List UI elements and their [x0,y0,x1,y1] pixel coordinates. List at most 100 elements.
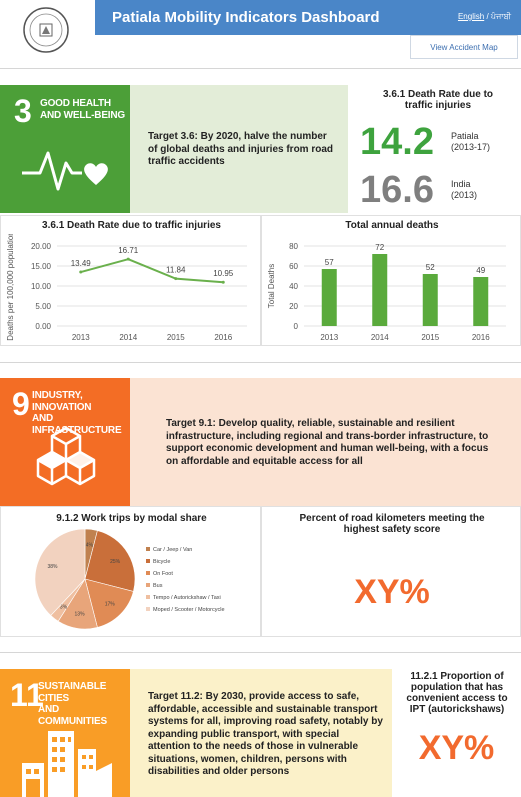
india-period: (2013) [451,189,478,200]
x-tick-label: 2015 [421,333,439,342]
divider [0,68,521,69]
y-tick-label: 0 [294,322,299,331]
road-safety-panel: Percent of road kilometers meeting the h… [261,506,521,637]
modal-share-pie-chart: 4% 25% 17% 13% 3% 38% Car / Jeep / Van Bicycle O… [34,528,225,630]
data-point [126,257,130,261]
x-tick-label: 2015 [167,333,185,342]
slice-label: 4% [86,542,94,548]
y-tick-label: 15.00 [31,262,52,271]
sdg11-target-panel: Target 11.2: By 2030, provide access to … [130,669,392,797]
y-tick-label: 0.00 [35,322,51,331]
legend-label: Tempo / Autorickshaw / Taxi [153,595,221,601]
infrastructure-cubes-icon [36,426,96,486]
road-safety-title: Percent of road kilometers meeting the h… [299,513,485,535]
lang-punjabi-link[interactable]: ਪੰਜਾਬੀ [491,12,511,21]
data-label: 57 [325,258,334,267]
ipt-access-panel: 11.2.1 Proportion of population that has… [392,669,521,797]
legend-swatch [146,547,150,551]
legend-swatch [146,595,150,599]
lang-english-link[interactable]: English [458,12,484,21]
government-seal-logo [23,7,69,53]
x-tick-label: 2013 [72,333,90,342]
death-rate-line-chart: 0.00 5.00 10.00 15.00 20.00 2013 2014 2015 2016 1… [6,234,247,342]
annual-deaths-bar-chart: 0 20 40 60 80 57 2013 72 2014 52 2015 49 2016 Total D… [267,242,506,342]
language-switcher: English / ਪੰਜਾਬੀ [458,12,511,22]
legend-label: On Foot [153,571,173,577]
y-tick-label: 20 [289,302,298,311]
heartbeat-icon [22,151,108,191]
y-tick-label: 80 [289,242,298,251]
ipt-access-value: XY% [418,729,495,767]
x-tick-label: 2014 [371,333,389,342]
sdg3-name-line1: GOOD HEALTH [40,98,111,109]
y-tick-label: 10.00 [31,282,52,291]
legend-swatch [146,571,150,575]
slice-label: 38% [47,564,58,570]
sdg11-target-text: Target 11.2: By 2030, provide access to … [148,691,383,777]
sdg9-name-line1: INDUSTRY, INNOVATION [32,390,92,413]
india-label: India (2013) [451,179,477,201]
y-tick-label: 5.00 [35,302,51,311]
death-rate-line [80,258,224,284]
data-label: 11.84 [166,266,186,275]
divider [0,652,521,653]
road-safety-value: XY% [354,573,430,611]
sdg9-target-panel: Target 9.1: Develop quality, reliable, s… [130,378,521,506]
deaths-bar [422,274,438,326]
sdg3-indicator-panel: 3.6.1 Death Rate due to traffic injuries… [348,85,521,213]
patiala-name: Patiala [451,131,479,141]
data-label: 13.49 [71,259,92,268]
ipt-access-title: 11.2.1 Proportion of population that has… [406,671,508,715]
y-axis-label: Deaths per 100,000 population [6,234,15,341]
legend-label: Car / Jeep / Van [153,547,192,553]
view-accident-map-button[interactable]: View Accident Map [410,35,518,59]
page-title: Patiala Mobility Indicators Dashboard [112,9,380,26]
india-name: India [451,179,471,189]
pie-chart-title: 9.1.2 Work trips by modal share [56,513,207,524]
line-chart-title: 3.6.1 Death Rate due to traffic injuries [42,220,221,231]
sdg3-name: GOOD HEALTH AND WELL-BEING [40,98,125,121]
data-point [221,280,225,284]
sdg11-name-line1: SUSTAINABLE CITIES [38,681,107,704]
data-label: 16.71 [118,246,139,255]
divider [0,362,521,363]
y-axis-label: Total Deaths [267,264,276,308]
patiala-death-rate: 14.2 [360,121,434,163]
y-tick-label: 40 [289,282,298,291]
legend-swatch [146,583,150,587]
sdg3-indicator-title: 3.6.1 Death Rate due to traffic injuries [382,89,494,111]
modal-share-pie-chart-panel: 9.1.2 Work trips by modal share 4% 25% 17%… [0,506,261,637]
legend-label: Moped / Scooter / Motorcycle [153,607,225,613]
x-tick-label: 2013 [320,333,338,342]
sdg3-target-text: Target 3.6: By 2020, halve the number of… [148,131,334,167]
slice-label: 25% [110,559,121,565]
deaths-bar [473,277,489,326]
slice-label: 3% [60,605,68,611]
data-point [174,277,178,281]
data-point [79,270,83,274]
sdg3-target-panel: Target 3.6: By 2020, halve the number of… [130,85,348,213]
y-tick-label: 60 [289,262,298,271]
annual-deaths-bar-chart-panel: Total annual deaths 0 20 40 60 80 57 2013 72 201… [261,215,521,346]
sdg9-tile: 9 INDUSTRY, INNOVATION AND INFRASTRUCTUR… [0,378,130,506]
death-rate-line-chart-panel: 3.6.1 Death Rate due to traffic injuries… [0,215,261,346]
data-label: 49 [476,266,485,275]
data-label: 72 [375,243,384,252]
sdg3-number: 3 [14,93,32,129]
sdg9-target-text: Target 9.1: Develop quality, reliable, s… [166,418,489,467]
india-death-rate: 16.6 [360,169,434,211]
patiala-period: (2013-17) [451,141,491,152]
bar-chart-title: Total annual deaths [345,220,439,231]
slice-label: 13% [75,612,86,618]
slice-label: 17% [105,602,116,608]
y-tick-label: 20.00 [31,242,52,251]
deaths-bar [321,269,337,326]
sdg11-tile: 11 SUSTAINABLE CITIES AND COMMUNITIES [0,669,130,797]
data-label: 52 [426,263,435,272]
sdg3-tile: 3 GOOD HEALTH AND WELL-BEING [0,85,130,213]
data-label: 10.95 [213,269,234,278]
legend-label: Bus [153,583,163,589]
x-tick-label: 2016 [214,333,232,342]
sdg9-number: 9 [12,386,30,422]
patiala-label: Patiala (2013-17) [451,131,490,153]
